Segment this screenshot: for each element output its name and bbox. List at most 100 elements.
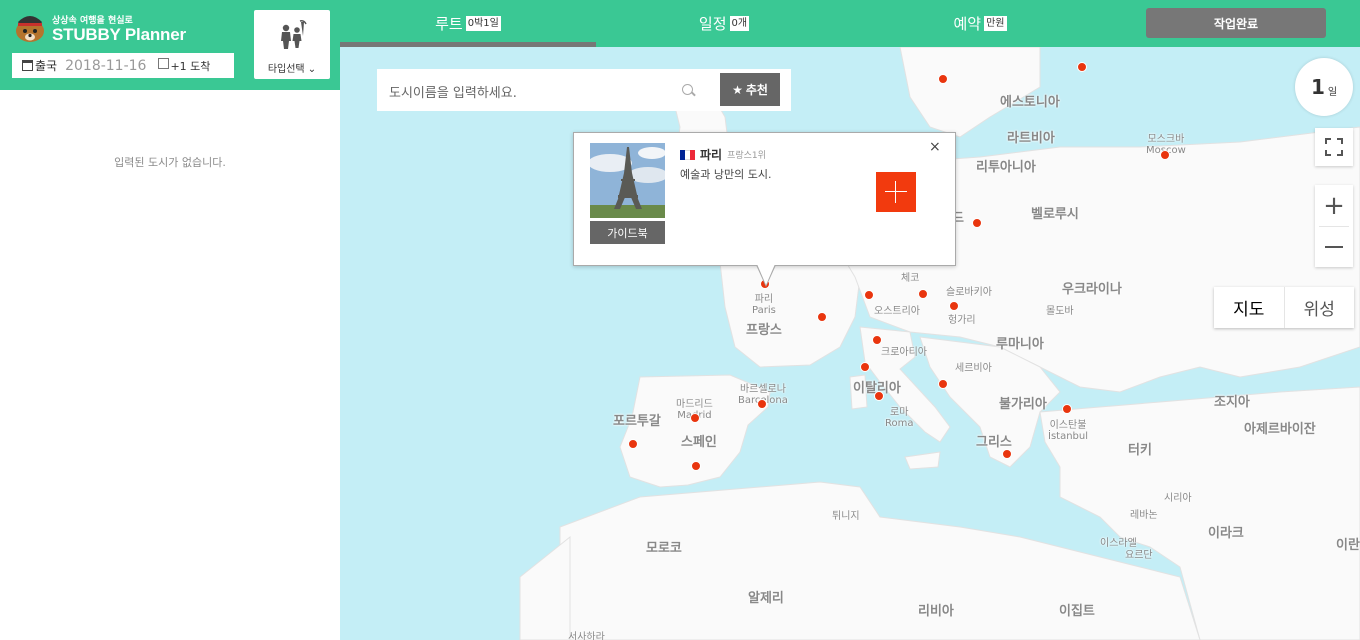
city-marker[interactable] (690, 413, 700, 423)
city-photo-eiffel-tower (590, 143, 665, 218)
city-marker[interactable] (1077, 62, 1087, 72)
map-label-spain: 스페인 (681, 435, 717, 450)
day-count: 1 (1310, 75, 1325, 99)
map-label-iraq: 이라크 (1208, 526, 1244, 541)
day-unit: 일 (1327, 86, 1338, 98)
tab-route[interactable]: 루트 0박1일 (340, 0, 596, 47)
map-label-romania: 루마니아 (996, 337, 1044, 352)
map-label-serbia: 세르비아 (955, 363, 992, 374)
tab-schedule-badge: 0개 (729, 16, 750, 31)
map-label-azerbaijan: 아제르바이잔 (1244, 422, 1316, 437)
map-label-tunisia: 튀니지 (832, 511, 860, 522)
map-label-rome: 로마 Roma (885, 407, 914, 429)
france-flag-icon (680, 149, 695, 160)
map-label-jordan: 요르단 (1125, 550, 1153, 561)
map-label-syria: 시리아 (1164, 493, 1192, 504)
map-label-sahara: 서사하라 (568, 632, 605, 640)
city-marker[interactable] (874, 391, 884, 401)
city-marker[interactable] (949, 301, 959, 311)
map-label-paris: 파리 Paris (752, 294, 776, 316)
city-marker[interactable] (628, 439, 638, 449)
departure-date[interactable]: 2018-11-16 (65, 58, 146, 74)
trip-type-button[interactable]: 타입선택 ⌄ (254, 10, 330, 79)
tab-schedule[interactable]: 일정 0개 (596, 0, 852, 47)
map-view[interactable]: 에스토니아 라트비아 모스크바Moscow 리투아니아 드 벨로루시 체코 슬로… (340, 47, 1360, 640)
map-label-algeria: 알제리 (748, 591, 784, 606)
map-label-lithuania: 리투아니아 (976, 160, 1036, 175)
map-label-estonia: 에스토니아 (1000, 95, 1060, 110)
map-label-bulgaria: 불가리아 (999, 397, 1047, 412)
map-type-toggle: 지도 위성 (1214, 287, 1354, 328)
map-label-egypt: 이집트 (1059, 604, 1095, 619)
tab-route-label: 루트 (435, 15, 463, 33)
map-label-czech: 체코 (901, 273, 920, 284)
map-type-satellite[interactable]: 위성 (1283, 287, 1355, 328)
zoom-control: + (1315, 185, 1353, 267)
zoom-in-button[interactable]: + (1323, 185, 1345, 226)
arrive-next-day-checkbox[interactable] (158, 58, 170, 69)
map-label-latvia: 라트비아 (1007, 131, 1055, 146)
map-label-iran-partial: 이란 (1336, 538, 1360, 553)
tab-route-badge: 0박1일 (465, 16, 501, 31)
search-icon[interactable] (682, 84, 693, 95)
city-marker[interactable] (918, 289, 928, 299)
day-count-badge[interactable]: 1 일 (1295, 58, 1353, 116)
map-label-moldova: 몰도바 (1046, 306, 1074, 317)
map-label-austria: 오스트리아 (874, 306, 920, 317)
city-marker[interactable] (864, 290, 874, 300)
map-label-morocco: 모로코 (646, 541, 682, 556)
recommend-button[interactable]: ★ 추천 (720, 73, 780, 106)
travelers-icon (281, 20, 307, 49)
city-marker[interactable] (872, 335, 882, 345)
calendar-icon (22, 60, 33, 71)
tab-booking-badge: 만원 (984, 16, 1007, 31)
map-label-ukraine: 우크라이나 (1062, 282, 1122, 297)
map-label-turkey: 터키 (1128, 443, 1152, 458)
map-label-libya: 리비아 (918, 604, 954, 619)
zoom-out-button[interactable] (1325, 227, 1343, 267)
city-marker[interactable] (817, 312, 827, 322)
city-marker[interactable] (938, 379, 948, 389)
add-city-button[interactable] (876, 172, 916, 212)
empty-cities-message: 입력된 도시가 없습니다. (114, 156, 226, 169)
map-label-belarus: 벨로루시 (1031, 207, 1079, 222)
city-marker[interactable] (1160, 150, 1170, 160)
city-marker[interactable] (1062, 404, 1072, 414)
guidebook-button[interactable]: 가이드북 (590, 221, 665, 244)
city-search-bar: 도시이름을 입력하세요. ★ 추천 (377, 69, 791, 111)
tab-booking[interactable]: 예약 만원 (852, 0, 1108, 47)
done-button[interactable]: 작업완료 (1146, 8, 1326, 38)
fullscreen-button[interactable] (1315, 128, 1353, 166)
tab-booking-label: 예약 (953, 15, 982, 33)
minus-icon (1325, 246, 1343, 248)
map-type-map[interactable]: 지도 (1214, 287, 1284, 328)
map-label-france: 프랑스 (746, 323, 782, 338)
city-info-popup: 가이드북 파리 프랑스1위 예술과 낭만의 도시. × (573, 132, 956, 287)
map-label-slovakia: 슬로바키아 (946, 287, 992, 298)
dog-logo-icon (16, 16, 44, 42)
city-description: 예술과 낭만의 도시. (680, 168, 772, 181)
departure-date-field[interactable]: 출국 2018-11-16 +1 도착 (12, 53, 234, 78)
map-label-hungary: 헝가리 (948, 315, 976, 326)
close-icon[interactable]: × (929, 139, 941, 155)
search-input[interactable]: 도시이름을 입력하세요. (389, 82, 517, 101)
departure-label: 출국 (35, 59, 58, 73)
map-label-israel: 이스라엘 (1100, 538, 1137, 549)
brand-name: STUBBY Planner (52, 25, 186, 44)
city-marker[interactable] (860, 362, 870, 372)
logo[interactable]: 상상속 여행을 현실로 STUBBY Planner (12, 10, 252, 48)
city-rank: 프랑스1위 (727, 151, 766, 161)
map-label-croatia: 크로아티아 (881, 347, 927, 358)
city-marker[interactable] (757, 399, 767, 409)
city-marker[interactable] (1002, 449, 1012, 459)
city-name: 파리 (700, 148, 723, 162)
city-marker[interactable] (972, 218, 982, 228)
arrive-next-day-label: +1 도착 (170, 59, 211, 73)
city-marker[interactable] (691, 461, 701, 471)
city-marker[interactable] (938, 74, 948, 84)
tab-schedule-label: 일정 (698, 15, 727, 33)
city-heading: 파리 프랑스1위 (680, 146, 766, 163)
popup-pointer (756, 264, 776, 287)
left-header: 상상속 여행을 현실로 STUBBY Planner 출국 2018-11-16… (0, 0, 340, 90)
recommend-label: 추천 (745, 83, 768, 97)
